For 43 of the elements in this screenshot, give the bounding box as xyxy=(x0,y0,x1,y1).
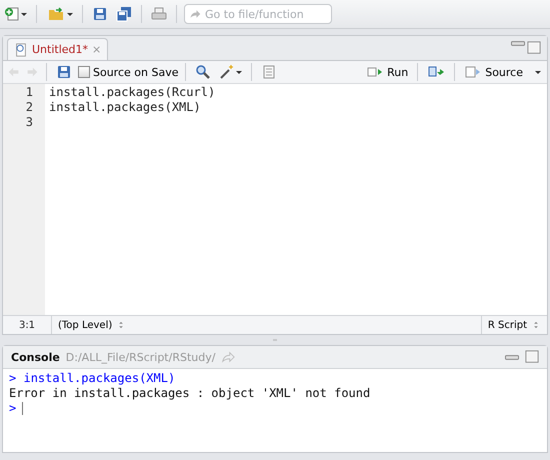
command-text: > install.packages(XML) xyxy=(9,371,176,386)
go-to-file-field[interactable]: Go to file/function xyxy=(184,4,332,24)
search-icon xyxy=(195,64,212,80)
save-icon xyxy=(92,6,108,22)
code-line: install.packages(XML) xyxy=(49,100,202,115)
minimize-icon xyxy=(505,354,519,360)
plus-document-icon xyxy=(4,6,20,22)
minimize-icon xyxy=(511,41,525,46)
console-prompt[interactable]: > xyxy=(9,401,24,415)
save-icon xyxy=(56,64,72,80)
line-number: 1 xyxy=(24,85,34,100)
caret-icon xyxy=(21,12,27,16)
double-floppy-icon xyxy=(116,6,132,22)
line-number: 3 xyxy=(24,115,34,130)
source-arrow-icon xyxy=(464,64,482,80)
run-button[interactable]: Run xyxy=(364,64,410,80)
arrow-icon xyxy=(189,8,201,20)
notebook-icon xyxy=(261,64,278,80)
cursor-position: 3:1 xyxy=(3,316,52,334)
maximize-icon xyxy=(527,41,541,55)
caret-icon xyxy=(535,70,541,74)
caret-icon xyxy=(67,12,73,16)
line-number: 2 xyxy=(24,100,34,115)
maximize-icon xyxy=(525,350,539,364)
updown-icon xyxy=(531,320,541,330)
caret-icon xyxy=(236,70,242,74)
share-arrow-icon xyxy=(221,350,236,364)
save-all-button[interactable] xyxy=(114,4,134,24)
back-arrow-icon xyxy=(7,65,21,79)
r-document-icon xyxy=(14,42,28,56)
source-on-save-checkbox[interactable]: Source on Save xyxy=(78,66,178,78)
folder-icon xyxy=(46,6,66,22)
printer-icon xyxy=(151,6,167,22)
console-title: Console xyxy=(11,350,60,364)
source-button[interactable]: Source xyxy=(462,64,543,80)
working-directory: D:/ALL_File/RScript/RStudy/ xyxy=(66,350,216,364)
error-message: Error in install.packages : object 'XML' not found xyxy=(9,386,372,401)
magic-wand-icon xyxy=(219,64,236,80)
file-type-selector[interactable]: R Script xyxy=(480,316,547,334)
editor-tab[interactable]: Untitled1* × xyxy=(7,38,108,60)
code-line: install.packages(Rcurl) xyxy=(49,85,216,100)
forward-arrow-icon xyxy=(25,65,39,79)
scope-selector[interactable]: (Top Level) xyxy=(52,320,132,330)
